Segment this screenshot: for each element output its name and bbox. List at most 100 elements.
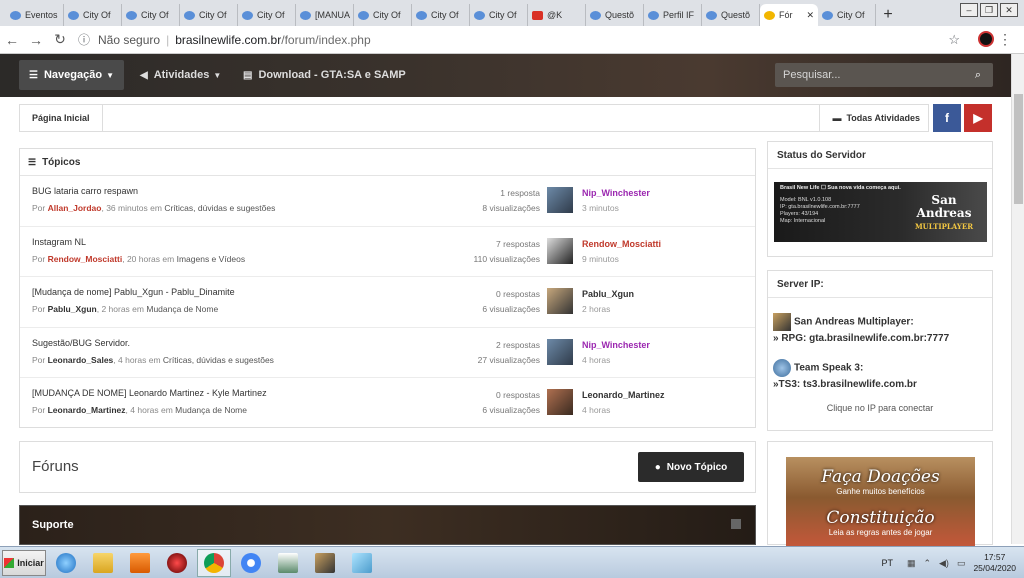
chrome-canary-icon[interactable] bbox=[234, 549, 268, 577]
chat-icon bbox=[706, 10, 717, 20]
start-button[interactable]: Iniciar bbox=[2, 549, 46, 576]
language-indicator[interactable]: PT bbox=[881, 558, 893, 568]
last-post-user[interactable]: Rendow_Mosciatti bbox=[582, 237, 661, 252]
avatar[interactable] bbox=[547, 288, 573, 314]
facebook-button[interactable]: f bbox=[933, 104, 961, 132]
extension-icon[interactable] bbox=[978, 31, 994, 47]
nav-download[interactable]: ▤ Download - GTA:SA e SAMP bbox=[243, 60, 406, 90]
server-status-banner[interactable]: Brasil New Life ☐ Sua nova vida começa a… bbox=[774, 182, 987, 242]
topic-title[interactable]: Instagram NL bbox=[32, 237, 86, 247]
search-input[interactable]: Pesquisar... bbox=[775, 69, 963, 81]
nav-atividades[interactable]: ◀ Atividades ▼ bbox=[140, 60, 221, 90]
browser-tab[interactable]: Fór ✕ bbox=[760, 4, 818, 26]
browser-tab[interactable]: City Of bbox=[354, 4, 412, 26]
topic-title[interactable]: [Mudança de nome] Pablu_Xgun - Pablu_Din… bbox=[32, 287, 235, 297]
topic-time: , 4 horas em bbox=[113, 354, 161, 365]
donate-title: Faça Doações bbox=[821, 467, 940, 487]
donate-subtitle: Ganhe muitos benefícios bbox=[836, 487, 925, 496]
nav-navegacao[interactable]: ☰ Navegação ▼ bbox=[19, 60, 124, 90]
browser-tab[interactable]: City Of bbox=[64, 4, 122, 26]
samp-app-icon[interactable] bbox=[308, 549, 342, 577]
keyboard-icon[interactable]: ▦ bbox=[907, 558, 916, 569]
topic-author[interactable]: Pablu_Xgun bbox=[48, 304, 97, 314]
topic-author[interactable]: Rendow_Mosciatti bbox=[48, 254, 123, 264]
topic-category[interactable]: Críticas, dúvidas e sugestões bbox=[164, 203, 275, 213]
topic-title[interactable]: [MUDANÇA DE NOME] Leonardo Martinez - Ky… bbox=[32, 388, 267, 398]
system-tray: PT ▦ ⌃ ◀) ▭ 17:57 25/04/2020 bbox=[881, 551, 1016, 575]
browser-tab[interactable]: City Of bbox=[122, 4, 180, 26]
last-post-user[interactable]: Pablu_Xgun bbox=[582, 287, 634, 302]
tray-expand-icon[interactable]: ⌃ bbox=[923, 558, 931, 569]
donation-banner[interactable]: Faça Doações Ganhe muitos benefícios Con… bbox=[786, 457, 975, 547]
browser-tab[interactable]: City Of bbox=[238, 4, 296, 26]
topic-category[interactable]: Mudança de Nome bbox=[175, 405, 247, 415]
ip-note: Clique no IP para conectar bbox=[826, 403, 934, 413]
topic-category[interactable]: Mudança de Nome bbox=[146, 304, 218, 314]
search-icon[interactable]: ⌕ bbox=[963, 63, 993, 87]
collapse-icon[interactable] bbox=[731, 519, 741, 529]
topic-category[interactable]: Críticas, dúvidas e sugestões bbox=[163, 355, 274, 365]
all-activities-link[interactable]: ▬ Todas Atividades bbox=[819, 105, 920, 131]
game-app-icon[interactable] bbox=[160, 549, 194, 577]
topic-author[interactable]: Leonardo_Sales bbox=[48, 355, 114, 365]
browser-tab[interactable]: Questõ bbox=[586, 4, 644, 26]
new-tab-button[interactable]: + bbox=[876, 4, 900, 26]
browser-tab[interactable]: [MANUA bbox=[296, 4, 354, 26]
samp-logo-text: San Andreas bbox=[916, 193, 972, 220]
restore-icon[interactable]: ❐ bbox=[980, 3, 998, 17]
forum-section-suporte[interactable]: Suporte bbox=[19, 505, 756, 545]
page-scrollbar[interactable] bbox=[1011, 54, 1024, 544]
tab-label: Questõ bbox=[605, 10, 635, 20]
clock[interactable]: 17:57 25/04/2020 bbox=[973, 552, 1016, 574]
samp-ip-link[interactable]: » RPG: gta.brasilnewlife.com.br:7777 bbox=[773, 333, 949, 344]
close-tab-icon[interactable]: ✕ bbox=[806, 10, 814, 21]
volume-icon[interactable]: ◀) bbox=[939, 558, 949, 569]
topic-author[interactable]: Leonardo_Martinez bbox=[48, 405, 126, 415]
file-explorer-icon[interactable] bbox=[86, 549, 120, 577]
breadcrumb-home[interactable]: Página Inicial bbox=[20, 105, 103, 131]
youtube-button[interactable]: ▶ bbox=[964, 104, 992, 132]
avatar[interactable] bbox=[547, 338, 573, 365]
tab-label: Fór bbox=[779, 10, 793, 20]
browser-tab[interactable]: Questõ bbox=[702, 4, 760, 26]
browser-tab[interactable]: City Of bbox=[818, 4, 876, 26]
topic-category[interactable]: Imagens e Vídeos bbox=[177, 254, 246, 264]
last-post-user[interactable]: Nip_Winchester bbox=[582, 186, 650, 201]
browser-tab[interactable]: Perfil IF bbox=[644, 4, 702, 26]
chrome-icon[interactable] bbox=[197, 548, 231, 577]
chat-icon bbox=[358, 10, 369, 20]
topic-stats: 0 respostas 6 visualizações bbox=[482, 287, 540, 317]
browser-tab[interactable]: City Of bbox=[180, 4, 238, 26]
browser-menu-icon[interactable]: ⋮ bbox=[998, 31, 1012, 48]
reload-icon[interactable]: ↻ bbox=[48, 31, 72, 48]
browser-tab[interactable]: Eventos bbox=[6, 4, 64, 26]
info-icon[interactable]: ⓘ bbox=[78, 31, 90, 48]
topic-title[interactable]: BUG lataria carro respawn bbox=[32, 186, 138, 196]
internet-explorer-icon[interactable] bbox=[49, 549, 83, 577]
browser-tab[interactable]: City Of bbox=[412, 4, 470, 26]
avatar[interactable] bbox=[547, 389, 573, 415]
topic-author[interactable]: Allan_Jordao bbox=[48, 203, 102, 213]
forward-icon[interactable]: → bbox=[24, 32, 48, 48]
ts-ip-link[interactable]: »TS3: ts3.brasilnewlife.com.br bbox=[773, 379, 917, 390]
media-player-icon[interactable] bbox=[123, 549, 157, 577]
notes-app-icon[interactable] bbox=[345, 549, 379, 577]
new-topic-button[interactable]: ● Novo Tópico bbox=[638, 452, 744, 482]
url-field[interactable]: ⓘ Não seguro | brasilnewlife.com.br /for… bbox=[78, 31, 371, 48]
browser-tab[interactable]: City Of bbox=[470, 4, 528, 26]
scrollbar-thumb[interactable] bbox=[1014, 94, 1023, 204]
avatar[interactable] bbox=[547, 237, 573, 264]
avatar[interactable] bbox=[547, 187, 573, 213]
topic-by: Por bbox=[32, 354, 46, 365]
last-post-user[interactable]: Leonardo_Martinez bbox=[582, 388, 665, 403]
back-icon[interactable]: ← bbox=[0, 32, 24, 48]
network-icon[interactable]: ▭ bbox=[957, 558, 966, 569]
bookmark-star-icon[interactable]: ☆ bbox=[948, 32, 960, 48]
tab-label: City Of bbox=[373, 10, 401, 20]
close-icon[interactable]: ✕ bbox=[1000, 3, 1018, 17]
minimize-icon[interactable]: – bbox=[960, 3, 978, 17]
topic-title[interactable]: Sugestão/BUG Servidor. bbox=[32, 338, 130, 348]
window-app-icon[interactable] bbox=[271, 549, 305, 577]
last-post-user[interactable]: Nip_Winchester bbox=[582, 338, 650, 353]
browser-tab[interactable]: @K bbox=[528, 4, 586, 26]
